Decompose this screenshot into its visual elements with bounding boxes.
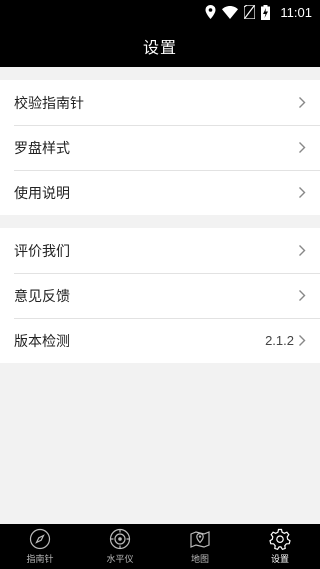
tab-label: 设置 xyxy=(270,555,289,565)
status-clock: 11:01 xyxy=(280,4,312,20)
settings-item-calibrate-compass[interactable]: 校验指南针 xyxy=(0,80,320,125)
settings-item-rate-us[interactable]: 评价我们 xyxy=(0,228,320,273)
battery-charging-icon xyxy=(261,4,271,20)
tab-compass[interactable]: 指南针 xyxy=(0,524,80,569)
chevron-right-icon xyxy=(298,289,306,302)
settings-item-instructions[interactable]: 使用说明 xyxy=(0,170,320,215)
bottom-tab-bar: 指南针 水平仪 地图 设置 xyxy=(0,524,320,569)
settings-item-label: 校验指南针 xyxy=(14,95,84,112)
settings-item-version-check[interactable]: 版本检测 2.1.2 xyxy=(0,318,320,363)
settings-group-1: 校验指南针 罗盘样式 使用说明 xyxy=(0,80,320,215)
version-value: 2.1.2 xyxy=(265,333,294,348)
settings-item-label: 意见反馈 xyxy=(14,288,70,305)
settings-group-2: 评价我们 意见反馈 版本检测 2.1.2 xyxy=(0,228,320,363)
tab-settings[interactable]: 设置 xyxy=(240,524,320,569)
tab-level[interactable]: 水平仪 xyxy=(80,524,160,569)
chevron-right-icon xyxy=(298,96,306,109)
settings-item-label: 罗盘样式 xyxy=(14,140,70,157)
tab-label: 地图 xyxy=(190,555,209,565)
settings-item-label: 评价我们 xyxy=(14,243,70,260)
settings-item-label: 版本检测 xyxy=(14,333,70,350)
chevron-right-icon xyxy=(298,334,306,347)
location-icon xyxy=(205,5,216,19)
wifi-icon xyxy=(222,5,239,19)
tab-label: 指南针 xyxy=(26,555,54,565)
map-icon xyxy=(189,528,211,550)
chevron-right-icon xyxy=(298,244,306,257)
compass-icon xyxy=(29,528,51,550)
tab-map[interactable]: 地图 xyxy=(160,524,240,569)
chevron-right-icon xyxy=(298,141,306,154)
page-title: 设置 xyxy=(142,37,177,57)
settings-item-label: 使用说明 xyxy=(14,185,70,202)
app-header: 设置 xyxy=(0,24,320,67)
no-sim-icon xyxy=(244,5,256,19)
settings-item-feedback[interactable]: 意见反馈 xyxy=(0,273,320,318)
level-icon xyxy=(109,528,131,550)
status-bar: 11:01 xyxy=(0,0,320,24)
tab-label: 水平仪 xyxy=(106,555,134,565)
settings-item-compass-style[interactable]: 罗盘样式 xyxy=(0,125,320,170)
gear-icon xyxy=(269,528,291,550)
chevron-right-icon xyxy=(298,186,306,199)
